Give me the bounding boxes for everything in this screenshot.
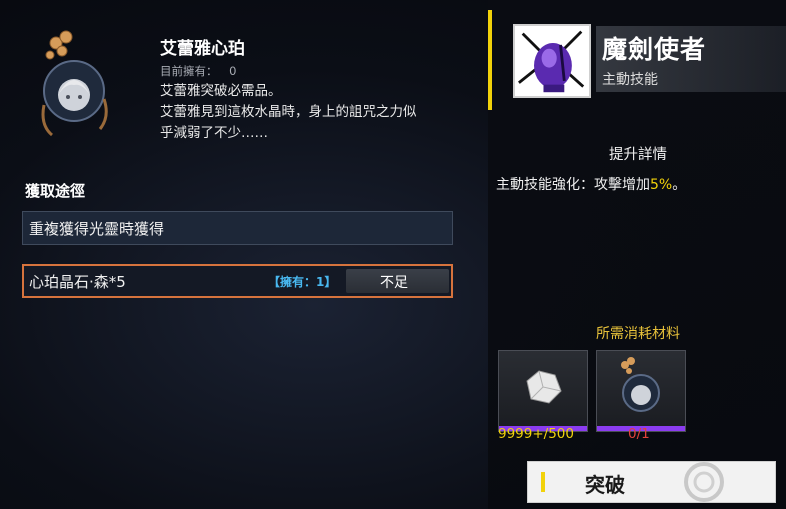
item-detail-panel: 艾蕾雅心珀 目前擁有： 0 艾蕾雅突破必需品。 艾蕾雅見到這枚水晶時，身上的詛咒… [0,0,470,509]
material-slot-portrait[interactable] [596,350,686,432]
stone-name: 心珀晶石·森*5 [29,273,126,291]
upgrade-desc-suffix: 。 [672,177,687,193]
accent-divider [488,10,492,110]
upgrade-value: 5% [650,177,673,193]
owned-label-text: 目前擁有： [160,64,218,78]
break-button-accent [541,472,545,492]
stone-exchange-row[interactable]: 心珀晶石·森*5 【擁有：1】 不足 [22,264,453,298]
owned-count-value: 0 [229,64,237,78]
upgrade-desc-text: 主動技能強化：攻擊增加 [496,177,650,193]
upgrade-title: 提升詳情 [609,147,667,163]
insufficient-button[interactable]: 不足 [346,269,449,293]
acquire-route-row: 重複獲得光靈時獲得 [22,211,453,245]
acquire-section-title: 獲取途徑 [25,182,86,200]
skill-icon [513,24,591,98]
item-desc-line: 乎減弱了不少…… [160,125,268,141]
owned-count-label: 目前擁有： 0 [160,63,236,79]
item-description: 艾蕾雅突破必需品。 艾蕾雅見到這枚水晶時，身上的詛咒之力似 乎減弱了不少…… [160,81,465,144]
item-name: 艾蕾雅心珀 [160,39,245,59]
material-count-crystal: 9999+/500 [498,426,574,442]
break-through-button[interactable]: 突破 [527,461,776,503]
item-portrait [41,30,108,137]
heart-amber-icon [621,357,660,412]
skill-type: 主動技能 [602,72,658,88]
stone-owned-count: 【擁有：1】 [268,275,337,289]
insufficient-button-label: 不足 [380,275,408,291]
skill-name: 魔劍使者 [602,35,707,64]
acquire-route-text: 重複獲得光靈時獲得 [29,220,165,238]
material-slot-crystal[interactable] [498,350,588,432]
gear-ring-icon [684,462,724,502]
break-button-label: 突破 [585,473,625,497]
item-desc-line: 艾蕾雅突破必需品。 [160,83,282,99]
upgrade-description: 主動技能強化：攻擊增加5%。 [496,174,686,194]
materials-title: 所需消耗材料 [596,326,680,342]
material-count-portrait: 0/1 [628,426,650,442]
item-desc-line: 艾蕾雅見到這枚水晶時，身上的詛咒之力似 [160,104,417,120]
crystal-stone-icon [526,370,562,404]
